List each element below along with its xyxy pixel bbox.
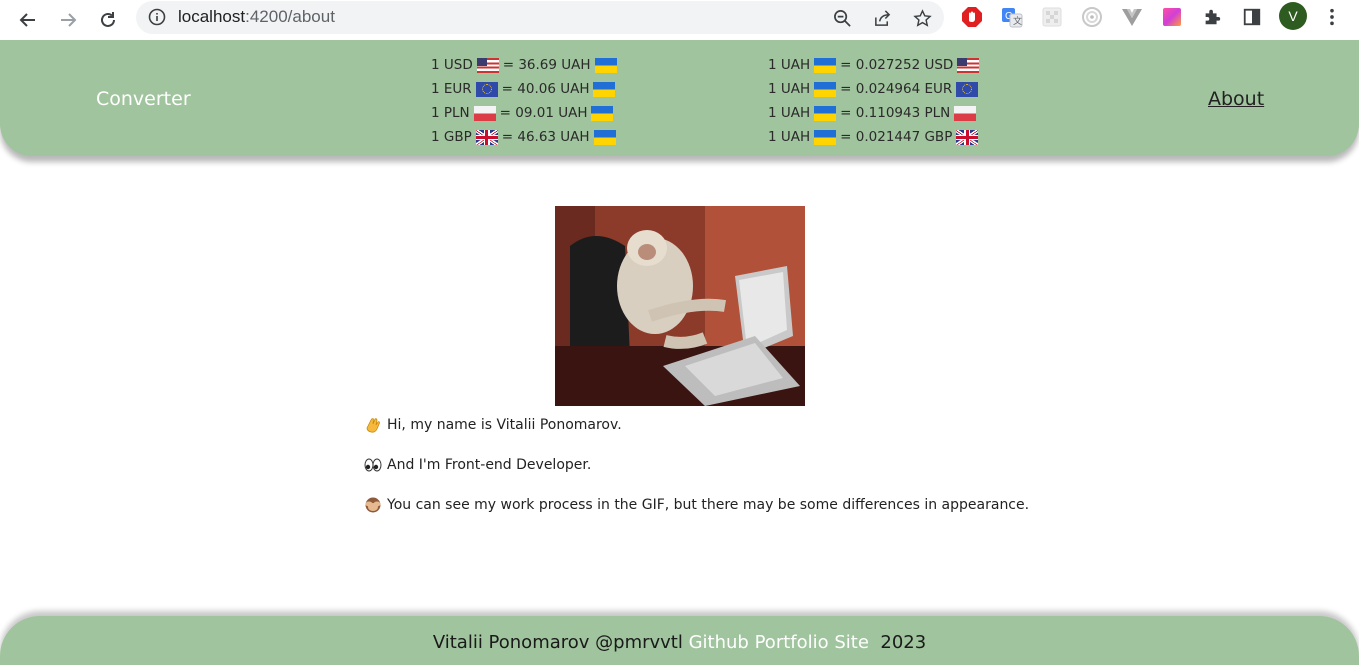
intro-text: Hi, my name is Vitalii Ponomarov.: [387, 417, 622, 433]
us-flag-icon: [957, 57, 980, 73]
rate-rhs: = 0.021447 GBP: [840, 129, 953, 145]
vue-devtools-icon[interactable]: [1121, 6, 1143, 28]
rate-rhs: = 0.110943 PLN: [840, 105, 951, 121]
rate-rhs: = 46.63 UAH: [501, 129, 590, 145]
role-paragraph: And I'm Front-end Developer.: [364, 456, 591, 474]
brand-converter-link[interactable]: Converter: [96, 88, 191, 110]
waving-hand-icon: [364, 416, 382, 434]
footer-year: 2023: [880, 632, 927, 653]
rate-row-usd: 1 UAH = 0.027252 USD: [768, 53, 983, 77]
github-link[interactable]: Github: [689, 632, 749, 653]
back-arrow-icon: [19, 13, 35, 27]
side-panel-icon[interactable]: [1241, 6, 1263, 28]
rate-row-gbp: 1 GBP = 46.63 UAH: [431, 125, 621, 149]
rate-rhs: = 0.027252 USD: [840, 57, 954, 73]
footer-author: Vitalii Ponomarov @pmrvvtl: [432, 632, 683, 653]
rate-row-usd: 1 USD = 36.69 UAH: [431, 53, 621, 77]
translate-extension-icon[interactable]: G文: [1001, 6, 1023, 28]
eyes-icon: [364, 456, 382, 474]
app-header: Converter 1 USD = 36.69 UAH 1 EUR = 40.0…: [0, 40, 1359, 156]
eu-flag-icon: [475, 81, 498, 97]
ua-flag-icon: [814, 129, 837, 145]
gif-note-text: You can see my work process in the GIF, …: [387, 497, 1030, 513]
app-footer: Vitalii Ponomarov @pmrvvtl Github Portfo…: [0, 616, 1359, 665]
rate-lhs: 1 UAH: [768, 81, 811, 97]
ua-flag-icon: [593, 81, 616, 97]
monkey-laptop-gif: [555, 206, 805, 406]
ua-flag-icon: [814, 105, 837, 121]
zoom-icon[interactable]: [831, 7, 853, 29]
browser-menu-icon[interactable]: [1321, 6, 1343, 28]
url-path: :4200/about: [245, 7, 335, 26]
address-bar[interactable]: localhost:4200/about: [136, 1, 944, 34]
rate-rhs: = 0.024964 EUR: [840, 81, 953, 97]
gb-flag-icon: [956, 129, 979, 145]
rate-row-eur: 1 EUR = 40.06 UAH: [431, 77, 621, 101]
browser-toolbar: localhost:4200/about G文 V: [0, 0, 1359, 40]
rate-lhs: 1 GBP: [431, 129, 472, 145]
forward-button[interactable]: [54, 6, 82, 34]
back-button[interactable]: [14, 6, 42, 34]
url-host: localhost: [178, 7, 246, 26]
rate-rhs: = 36.69 UAH: [502, 57, 591, 73]
pattern-extension-icon[interactable]: [1041, 6, 1063, 28]
rates-from-uah: 1 UAH = 0.027252 USD 1 UAH = 0.024964 EU…: [768, 53, 983, 149]
rate-row-eur: 1 UAH = 0.024964 EUR: [768, 77, 983, 101]
forward-arrow-icon: [61, 13, 77, 27]
ua-flag-icon: [814, 57, 837, 73]
nav-about-link[interactable]: About: [1208, 88, 1264, 110]
rate-lhs: 1 UAH: [768, 57, 811, 73]
bookmark-star-icon[interactable]: [911, 7, 933, 29]
rate-lhs: 1 UAH: [768, 129, 811, 145]
rate-lhs: 1 USD: [431, 57, 473, 73]
extensions-puzzle-icon[interactable]: [1201, 6, 1223, 28]
rate-lhs: 1 UAH: [768, 105, 811, 121]
intro-paragraph: Hi, my name is Vitalii Ponomarov.: [364, 416, 622, 434]
ua-flag-icon: [814, 81, 837, 97]
rates-to-uah: 1 USD = 36.69 UAH 1 EUR = 40.06 UAH 1 PL…: [431, 53, 621, 149]
share-icon[interactable]: [871, 7, 893, 29]
ua-flag-icon: [593, 129, 616, 145]
role-text: And I'm Front-end Developer.: [387, 457, 592, 473]
portfolio-site-link[interactable]: Portfolio Site: [755, 632, 869, 653]
rate-row-gbp: 1 UAH = 0.021447 GBP: [768, 125, 983, 149]
rate-rhs: = 40.06 UAH: [501, 81, 590, 97]
rate-rhs: = 09.01 UAH: [499, 105, 588, 121]
gb-flag-icon: [475, 129, 498, 145]
rate-lhs: 1 PLN: [431, 105, 470, 121]
profile-avatar[interactable]: V: [1279, 2, 1307, 30]
footer-text: Vitalii Ponomarov @pmrvvtl Github Portfo…: [0, 632, 1359, 653]
pl-flag-icon: [954, 105, 977, 121]
site-info-icon[interactable]: [148, 8, 166, 26]
svg-text:文: 文: [1013, 15, 1022, 27]
us-flag-icon: [476, 57, 499, 73]
rate-lhs: 1 EUR: [431, 81, 472, 97]
rate-row-pln: 1 PLN = 09.01 UAH: [431, 101, 621, 125]
gif-note-paragraph: You can see my work process in the GIF, …: [364, 496, 1029, 514]
pl-flag-icon: [473, 105, 496, 121]
reload-button[interactable]: [94, 6, 122, 34]
ua-flag-icon: [591, 105, 614, 121]
target-extension-icon[interactable]: [1081, 6, 1103, 28]
adblock-extension-icon[interactable]: [961, 6, 983, 28]
reload-icon: [101, 12, 115, 27]
eu-flag-icon: [956, 81, 979, 97]
rate-row-pln: 1 UAH = 0.110943 PLN: [768, 101, 983, 125]
url-text[interactable]: localhost:4200/about: [178, 7, 335, 27]
see-no-evil-monkey-icon: [364, 496, 382, 514]
ua-flag-icon: [594, 57, 617, 73]
color-extension-icon[interactable]: [1161, 6, 1183, 28]
